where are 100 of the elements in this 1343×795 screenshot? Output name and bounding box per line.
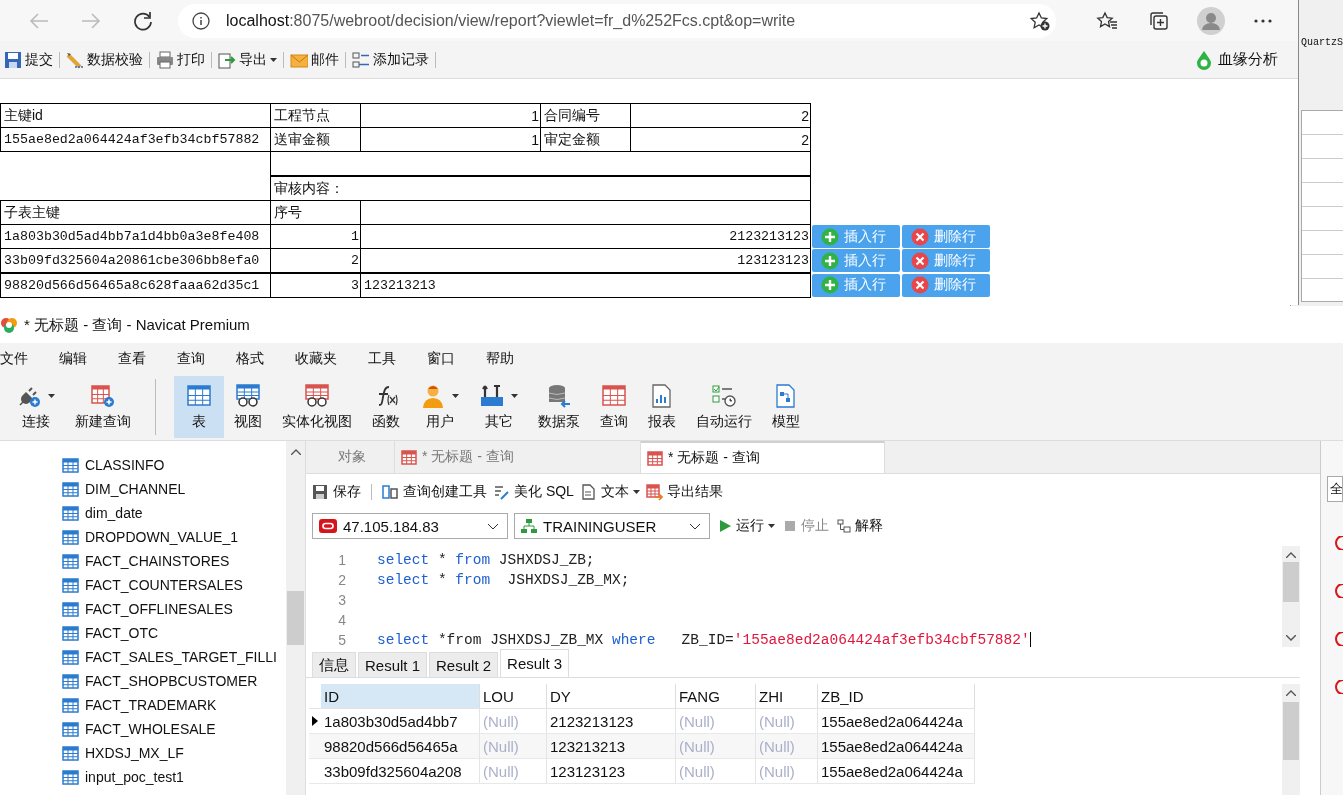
toolbar-button[interactable]: 其它 <box>469 376 528 438</box>
tree-item[interactable]: DROPDOWN_VALUE_1 <box>0 525 286 549</box>
field-label: 送审金额 <box>270 127 361 152</box>
table-cell: 33b09fd325604a208 <box>321 758 480 784</box>
table-cell: (Null) <box>675 708 756 734</box>
toolbar-button[interactable]: 表 <box>174 376 224 438</box>
menu-item[interactable]: 查询 <box>177 349 222 368</box>
toolbar-button[interactable]: 数据泵 <box>528 376 590 438</box>
tab[interactable]: Result 2 <box>429 652 499 677</box>
table-cell: 123213213 <box>546 733 676 759</box>
toolbar-button[interactable]: 用户 <box>410 376 469 438</box>
tree-item[interactable]: FACT_COUNTERSALES <box>0 573 286 597</box>
column-header[interactable]: DY <box>546 684 676 709</box>
column-header: 子表主键 <box>0 200 271 225</box>
code-editor[interactable]: 1 select * from JSHXDSJ_ZB; 2 select * from JSHXDSJ_ZB_MX; 3 4 5 select *from JSHXDSJ_ZB_MX where ZB_ID='155ae8ed2a064424af3efb34cbf57882' <box>306 546 1300 647</box>
menu-item[interactable]: 窗口 <box>427 349 472 368</box>
toolbar-button[interactable]: 函数 <box>362 376 410 438</box>
column-header[interactable]: ZHI <box>755 684 818 709</box>
side-button[interactable]: 全 <box>1327 476 1343 502</box>
table-cell: 123213213 <box>360 273 811 298</box>
line-number: 4 <box>337 612 346 628</box>
field-label: 审核内容： <box>270 176 811 201</box>
toolbar-button[interactable]: 美化 SQL <box>493 480 574 504</box>
table-cell: 98820d566d56465a <box>321 733 480 759</box>
toolbar-button[interactable]: 添加记录 <box>350 47 431 72</box>
field-value: 2 <box>630 127 811 152</box>
database-dropdown[interactable]: TRAININGUSER <box>514 513 710 539</box>
field-label: 主键id <box>0 103 271 128</box>
line-number: 2 <box>337 572 346 588</box>
line-number: 3 <box>337 592 346 608</box>
column-header[interactable]: ID <box>321 684 480 709</box>
column-header[interactable]: ZB_ID <box>817 684 975 709</box>
tree-item[interactable]: FACT_OTC <box>0 621 286 645</box>
toolbar-button[interactable]: 文本 <box>579 480 640 504</box>
field-label: 合同编号 <box>540 103 631 128</box>
table-cell: 155ae8ed2a064424a <box>817 733 975 759</box>
toolbar-button[interactable]: 连接 <box>6 376 65 438</box>
toolbar-button[interactable]: 数据校验 <box>64 47 145 72</box>
toolbar-button[interactable]: 导出 <box>216 47 279 72</box>
table-cell: (Null) <box>755 708 818 734</box>
address-bar[interactable]: localhost:8075/webroot/decision/view/report?viewlet=fr_d%252Fcs.cpt&op=write <box>178 3 1056 38</box>
tree-item[interactable]: FACT_CHAINSTORES <box>0 549 286 573</box>
tree-item[interactable]: FACT_OFFLINESALES <box>0 597 286 621</box>
tab[interactable]: Result 1 <box>358 652 428 677</box>
toolbar-button[interactable]: 实体化视图 <box>272 376 362 438</box>
menu-item[interactable]: 文件 <box>0 349 45 368</box>
tab[interactable]: 信息 <box>312 652 356 677</box>
window-title: * 无标题 - 查询 - Navicat Premium <box>24 315 250 335</box>
table-cell: 3 <box>270 273 361 298</box>
tab[interactable]: * 无标题 - 查询 <box>641 441 885 473</box>
menu-item[interactable]: 格式 <box>236 349 281 368</box>
table-cell: 98820d566d56465a8c628faaa62d35c1 <box>0 273 271 298</box>
toolbar-button[interactable]: 自动运行 <box>686 376 762 438</box>
tree-item[interactable]: FACT_SALES_TARGET_FILLI <box>0 645 286 669</box>
tab[interactable]: Result 3 <box>500 649 570 677</box>
tree-item[interactable]: DIM_CHANNEL <box>0 477 286 501</box>
table-cell: 2123213123 <box>546 708 676 734</box>
toolbar-button[interactable]: 导出结果 <box>645 480 723 504</box>
toolbar-button[interactable]: 视图 <box>224 376 272 438</box>
menu-item[interactable]: 收藏夹 <box>295 349 354 368</box>
connection-dropdown[interactable]: 47.105.184.83 <box>312 513 508 539</box>
toolbar-button[interactable]: 模型 <box>762 376 810 438</box>
table-cell: 155ae8ed2a064424a <box>817 708 975 734</box>
field-value: 1 <box>360 127 541 152</box>
run-button[interactable]: 运行 <box>718 514 775 538</box>
tree-item[interactable]: CLASSINFO <box>0 453 286 477</box>
table-cell: (Null) <box>755 758 818 784</box>
tree-item[interactable]: input_poc_test1 <box>0 765 286 789</box>
toolbar-button[interactable]: 邮件 <box>288 47 341 72</box>
toolbar-button[interactable]: 查询 <box>590 376 638 438</box>
menu-item[interactable]: 编辑 <box>59 349 104 368</box>
toolbar-button[interactable]: 查询创建工具 <box>382 480 487 504</box>
table-cell: 1a803b30d5ad4bb7a1d4bb0a3e8fe408 <box>0 224 271 249</box>
toolbar-button[interactable]: 提交 <box>2 47 55 72</box>
tree-item[interactable]: dim_date <box>0 501 286 525</box>
table-cell: (Null) <box>479 758 547 784</box>
url-text: localhost:8075/webroot/decision/view/report?viewlet=fr_d%252Fcs.cpt&op=write <box>226 11 796 30</box>
toolbar-button[interactable]: 保存 <box>312 480 361 504</box>
table-cell: (Null) <box>675 733 756 759</box>
tab[interactable]: 对象 <box>310 441 395 473</box>
explain-button[interactable]: 解释 <box>837 514 883 538</box>
code-line: select * from JSHXDSJ_ZB; <box>377 552 595 568</box>
tree-item[interactable]: FACT_WHOLESALE <box>0 717 286 741</box>
field-value: 1 <box>360 103 541 128</box>
tree-item[interactable]: FACT_TRADEMARK <box>0 693 286 717</box>
field-value: 2 <box>630 103 811 128</box>
field-label: 工程节点 <box>270 103 361 128</box>
toolbar-button[interactable]: 报表 <box>638 376 686 438</box>
toolbar-button[interactable]: 打印 <box>154 47 207 72</box>
field-label: 审定金额 <box>540 127 631 152</box>
column-header[interactable]: LOU <box>479 684 547 709</box>
menu-item[interactable]: 查看 <box>118 349 163 368</box>
table-cell: 155ae8ed2a064424a <box>817 758 975 784</box>
tree-item[interactable]: HXDSJ_MX_LF <box>0 741 286 765</box>
toolbar-button[interactable]: 新建查询 <box>65 376 141 438</box>
menu-item[interactable]: 工具 <box>368 349 413 368</box>
column-header[interactable]: FANG <box>675 684 756 709</box>
lineage-button[interactable]: 血缘分析 <box>1193 47 1280 72</box>
menu-item[interactable]: 帮助 <box>486 349 531 368</box>
tree-item[interactable]: FACT_SHOPBCUSTOMER <box>0 669 286 693</box>
